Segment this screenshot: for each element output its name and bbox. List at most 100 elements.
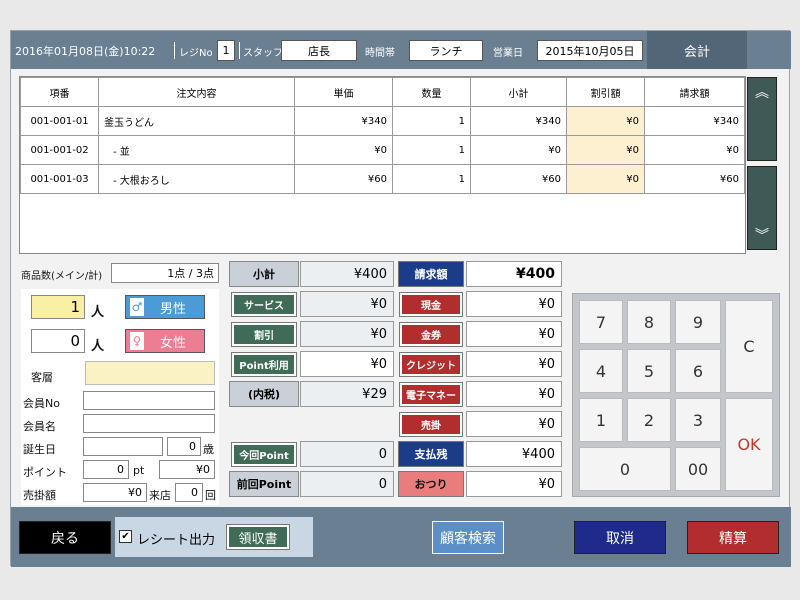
invoice-button[interactable]: 領収書 (226, 524, 290, 550)
table-cell: - 大根おろし (98, 164, 295, 194)
back-button[interactable]: 戻る (19, 521, 111, 554)
birthday-field[interactable] (83, 437, 163, 456)
tab-checkout[interactable]: 会計 (647, 31, 747, 69)
discount-button[interactable]: 割引 (231, 322, 297, 347)
emoney-button[interactable]: 電子マネー (399, 382, 463, 407)
point-field: 0 (83, 460, 129, 479)
table-row[interactable]: 001-001-03- 大根おろし ¥60 1 ¥60 ¥0 ¥60 (20, 164, 745, 194)
key-3[interactable]: 3 (675, 398, 721, 442)
voucher-value[interactable]: ¥0 (466, 321, 562, 347)
credit-button[interactable]: クレジット (399, 352, 463, 377)
clear-key[interactable]: C (725, 300, 773, 393)
register-label: レジNo (179, 48, 213, 59)
receipt-checkbox[interactable]: ✔ (119, 530, 132, 543)
ok-key[interactable]: OK (725, 398, 773, 491)
numeric-keypad: 7 8 9 C 4 5 6 1 2 3 OK 0 00 (572, 293, 780, 497)
table-cell: 1 (392, 164, 471, 194)
footer-bar: 戻る ✔ レシート出力 領収書 顧客検索 取消 精算 (11, 507, 791, 567)
column-header: 小計 (470, 77, 567, 107)
point-yen-field: ¥0 (159, 460, 215, 479)
column-header: 数量 (392, 77, 471, 107)
female-button[interactable]: ♀ 女性 (125, 329, 205, 353)
key-5[interactable]: 5 (627, 349, 671, 393)
this-point-button[interactable]: 今回Point (231, 442, 297, 467)
pos-window: 2016年01月08日(金)10:22 レジNo 1 スタッフ 店長 時間帯 ラ… (10, 30, 791, 567)
customer-search-button[interactable]: 顧客検索 (432, 521, 504, 554)
item-count-value: 1点 / 3点 (111, 263, 219, 283)
table-cell: ¥340 (470, 106, 567, 136)
credit-sale-value[interactable]: ¥0 (466, 411, 562, 437)
key-8[interactable]: 8 (627, 300, 671, 344)
male-icon: ♂ (130, 298, 144, 316)
table-cell: ¥0 (470, 135, 567, 165)
table-cell: 001-001-03 (20, 164, 99, 194)
table-cell: 1 (392, 106, 471, 136)
item-count-label: 商品数(メイン/計) (21, 271, 103, 282)
column-header: 注文内容 (98, 77, 295, 107)
billed-value: ¥400 (466, 261, 562, 287)
table-cell: 1 (392, 135, 471, 165)
timeslot-field[interactable]: ランチ (409, 40, 483, 61)
timeslot-label: 時間帯 (365, 48, 395, 59)
table-cell: 001-001-01 (20, 106, 99, 136)
emoney-value[interactable]: ¥0 (466, 381, 562, 407)
key-2[interactable]: 2 (627, 398, 671, 442)
birthday-label: 誕生日 (23, 443, 56, 456)
key-9[interactable]: 9 (675, 300, 721, 344)
member-no-field[interactable] (83, 391, 215, 410)
table-row[interactable]: 001-001-01 釜玉うどん ¥340 1 ¥340 ¥0 ¥340 (20, 106, 745, 136)
scroll-down-button[interactable]: ︾ (747, 166, 777, 250)
scroll-up-button[interactable]: ︽ (747, 77, 777, 161)
table-row[interactable]: 001-001-02- 並 ¥0 1 ¥0 ¥0 ¥0 (20, 135, 745, 165)
table-cell: ¥60 (294, 164, 393, 194)
credit-value[interactable]: ¥0 (466, 351, 562, 377)
key-6[interactable]: 6 (675, 349, 721, 393)
cash-button[interactable]: 現金 (399, 292, 463, 317)
member-no-label: 会員No (23, 397, 60, 410)
settle-button[interactable]: 精算 (687, 521, 779, 554)
key-00[interactable]: 00 (675, 447, 721, 491)
people-count-field-2[interactable]: 0 (31, 329, 85, 353)
column-header: 割引額 (566, 77, 645, 107)
female-label: 女性 (160, 335, 187, 351)
key-0[interactable]: 0 (579, 447, 671, 491)
receipt-area: ✔ レシート出力 領収書 (115, 517, 313, 557)
key-7[interactable]: 7 (579, 300, 623, 344)
register-number: 1 (217, 40, 235, 61)
this-point-value: 0 (300, 441, 394, 467)
tax-label: (内税) (229, 381, 299, 407)
table-cell: ¥0 (566, 135, 645, 165)
service-button[interactable]: サービス (231, 292, 297, 317)
prev-point-value: 0 (300, 471, 394, 497)
voucher-button[interactable]: 金券 (399, 322, 463, 347)
header-bar: 2016年01月08日(金)10:22 レジNo 1 スタッフ 店長 時間帯 ラ… (11, 31, 791, 69)
cancel-button[interactable]: 取消 (574, 521, 666, 554)
point-use-button[interactable]: Point利用 (231, 352, 297, 377)
cash-value[interactable]: ¥0 (466, 291, 562, 317)
divider (239, 42, 240, 59)
table-cell: ¥0 (566, 106, 645, 136)
change-value: ¥0 (466, 471, 562, 497)
column-header: 単価 (294, 77, 393, 107)
customer-segment-label: 客層 (31, 371, 53, 384)
balance-label: 支払残 (398, 441, 464, 467)
key-1[interactable]: 1 (579, 398, 623, 442)
table-cell: ¥0 (566, 164, 645, 194)
member-name-field[interactable] (83, 414, 215, 433)
people-unit-2: 人 (91, 339, 105, 354)
subtotal-label: 小計 (229, 261, 299, 287)
table-cell: - 並 (98, 135, 295, 165)
male-button[interactable]: ♂ 男性 (125, 295, 205, 319)
key-4[interactable]: 4 (579, 349, 623, 393)
people-count-field[interactable]: 1 (31, 295, 85, 319)
customer-segment-field[interactable] (85, 361, 215, 385)
prev-point-label: 前回Point (229, 471, 299, 497)
staff-label: スタッフ (243, 48, 283, 59)
receipt-label: レシート出力 (137, 533, 216, 548)
table-header-row: 項番 注文内容 単価 数量 小計 割引額 請求額 (20, 77, 745, 107)
point-use-value[interactable]: ¥0 (300, 351, 394, 377)
service-value: ¥0 (300, 291, 394, 317)
credit-sale-button[interactable]: 売掛 (399, 412, 463, 437)
staff-field[interactable]: 店長 (281, 40, 357, 61)
billed-label: 請求額 (398, 261, 464, 287)
